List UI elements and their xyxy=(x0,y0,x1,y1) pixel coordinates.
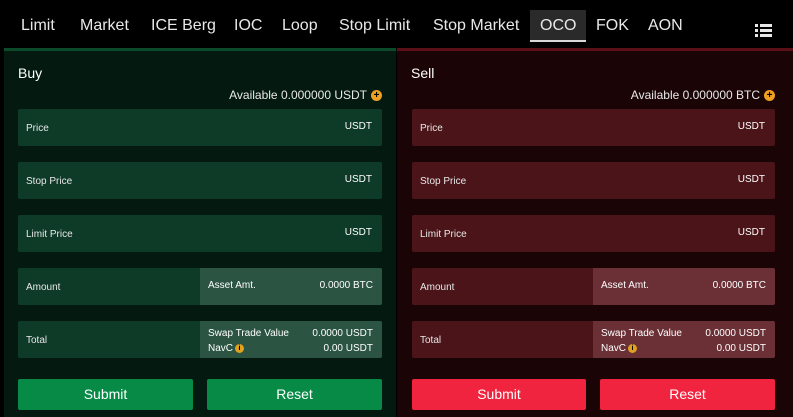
tab-fok[interactable]: FOK xyxy=(596,10,629,42)
sell-price-unit: USDT xyxy=(737,121,765,132)
sell-limit-price-unit: USDT xyxy=(737,227,765,238)
sell-reset-button[interactable]: Reset xyxy=(600,379,775,410)
sell-panel: Sell Available 0.000000 BTC + Price USDT… xyxy=(397,48,793,417)
buy-stop-price-label: Stop Price xyxy=(26,176,73,187)
buy-price-label: Price xyxy=(26,123,49,134)
sell-total-label: Total xyxy=(420,335,442,346)
buy-stop-price-unit: USDT xyxy=(344,174,372,185)
sell-swap-label: Swap Trade Value xyxy=(601,328,682,339)
buy-submit-button[interactable]: Submit xyxy=(18,379,193,410)
buy-available-balance: Available 0.000000 USDT + xyxy=(229,88,382,102)
plus-circle-icon[interactable]: + xyxy=(764,89,775,101)
sell-title: Sell xyxy=(411,65,435,81)
buy-price-unit: USDT xyxy=(344,121,372,132)
buy-total-label: Total xyxy=(26,335,48,346)
buy-navc-label: NavC xyxy=(208,343,234,354)
buy-asset-amt-label: Asset Amt. xyxy=(208,280,256,291)
sell-available-balance: Available 0.000000 BTC + xyxy=(631,88,775,102)
tab-stop-limit[interactable]: Stop Limit xyxy=(339,10,410,42)
sell-navc-value: 0.00 USDT xyxy=(716,343,766,354)
info-icon[interactable]: i xyxy=(628,343,638,353)
buy-limit-price-label: Limit Price xyxy=(26,229,73,240)
tab-limit[interactable]: Limit xyxy=(21,10,55,42)
buy-navc-value: 0.00 USDT xyxy=(323,343,373,354)
buy-available-text: Available 0.000000 USDT xyxy=(229,88,367,102)
buy-amount-field[interactable]: Amount Asset Amt. 0.0000 BTC xyxy=(18,268,382,305)
buy-reset-button[interactable]: Reset xyxy=(207,379,382,410)
sell-total-field[interactable]: Total Swap Trade Value 0.0000 USDT NavC i… xyxy=(412,321,775,358)
info-icon[interactable]: i xyxy=(235,343,245,353)
sell-limit-price-field[interactable]: Limit Price USDT xyxy=(412,215,775,252)
sell-amount-field[interactable]: Amount Asset Amt. 0.0000 BTC xyxy=(412,268,775,305)
sell-submit-button[interactable]: Submit xyxy=(412,379,586,410)
sell-asset-amt-label: Asset Amt. xyxy=(601,280,649,291)
buy-stop-price-field[interactable]: Stop Price USDT xyxy=(18,162,382,199)
sell-navc-label-wrap: NavC i xyxy=(601,343,638,354)
tab-loop[interactable]: Loop xyxy=(282,10,318,42)
buy-asset-amt-value: 0.0000 BTC xyxy=(319,280,373,291)
sell-limit-price-label: Limit Price xyxy=(420,229,467,240)
buy-limit-price-unit: USDT xyxy=(344,227,372,238)
sell-swap-box: Swap Trade Value 0.0000 USDT NavC i 0.00 … xyxy=(593,321,775,358)
list-menu-icon[interactable] xyxy=(755,24,772,38)
buy-total-field[interactable]: Total Swap Trade Value 0.0000 USDT NavC i… xyxy=(18,321,382,358)
order-type-tabs: Limit Market ICE Berg IOC Loop Stop Limi… xyxy=(0,0,793,48)
sell-price-field[interactable]: Price USDT xyxy=(412,109,775,146)
buy-panel: Buy Available 0.000000 USDT + Price USDT… xyxy=(4,48,396,417)
buy-amount-label: Amount xyxy=(26,282,61,293)
tab-oco[interactable]: OCO xyxy=(530,10,587,42)
tab-stop-market[interactable]: Stop Market xyxy=(433,10,519,42)
sell-available-text: Available 0.000000 BTC xyxy=(630,88,760,102)
buy-price-field[interactable]: Price USDT xyxy=(18,109,382,146)
sell-price-label: Price xyxy=(420,123,443,134)
sell-stop-price-unit: USDT xyxy=(737,174,765,185)
buy-asset-amt-box: Asset Amt. 0.0000 BTC xyxy=(200,268,382,305)
buy-navc-label-wrap: NavC i xyxy=(208,343,245,354)
sell-asset-amt-value: 0.0000 BTC xyxy=(712,280,766,291)
buy-swap-box: Swap Trade Value 0.0000 USDT NavC i 0.00 … xyxy=(200,321,382,358)
buy-limit-price-field[interactable]: Limit Price USDT xyxy=(18,215,382,252)
sell-asset-amt-box: Asset Amt. 0.0000 BTC xyxy=(593,268,775,305)
sell-navc-label: NavC xyxy=(601,343,627,354)
tab-ioc[interactable]: IOC xyxy=(234,10,262,42)
tab-aon[interactable]: AON xyxy=(648,10,683,42)
tab-market[interactable]: Market xyxy=(80,10,129,42)
tab-ice-berg[interactable]: ICE Berg xyxy=(151,10,216,42)
plus-circle-icon[interactable]: + xyxy=(371,89,382,101)
sell-amount-label: Amount xyxy=(420,282,455,293)
sell-stop-price-label: Stop Price xyxy=(420,176,467,187)
buy-swap-value: 0.0000 USDT xyxy=(312,328,373,339)
buy-swap-label: Swap Trade Value xyxy=(208,328,289,339)
sell-stop-price-field[interactable]: Stop Price USDT xyxy=(412,162,775,199)
buy-title: Buy xyxy=(18,65,43,81)
sell-swap-value: 0.0000 USDT xyxy=(705,328,766,339)
